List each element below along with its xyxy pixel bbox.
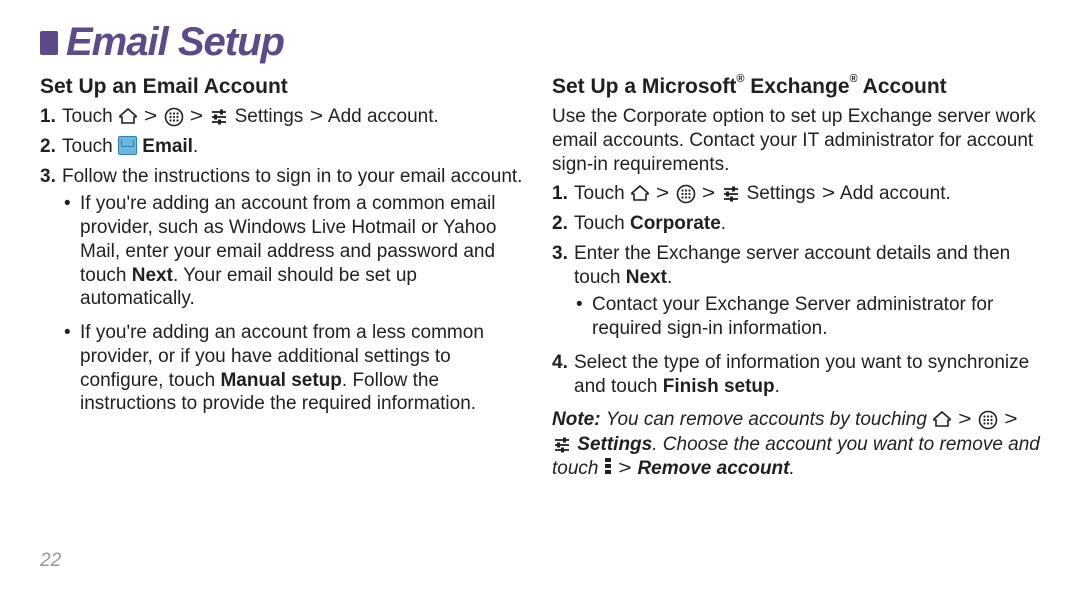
- chevron-right-icon: >: [699, 182, 717, 206]
- section-marker: [40, 31, 58, 55]
- right-column: Set Up a Microsoft® Exchange® Account Us…: [552, 71, 1040, 481]
- registered-mark: ®: [736, 73, 744, 85]
- chevron-right-icon: >: [654, 182, 672, 206]
- left-bullet-1: If you're adding an account from a commo…: [62, 192, 528, 311]
- left-steps: 1. Touch > > Settings > Add account. 2. …: [40, 105, 528, 416]
- right-steps: 1. Touch > > Settings > Add account. 2. …: [552, 182, 1040, 398]
- chevron-right-icon: >: [956, 408, 974, 432]
- note: Note: You can remove accounts by touchin…: [552, 408, 1040, 481]
- chevron-right-icon: >: [307, 105, 325, 129]
- menu-icon: [604, 458, 612, 476]
- right-step-2: 2. Touch Corporate.: [552, 212, 1040, 236]
- left-column: Set Up an Email Account 1. Touch > > Set…: [40, 71, 528, 481]
- right-step-3: 3. Enter the Exchange server account det…: [552, 242, 1040, 341]
- sliders-icon: [209, 107, 229, 125]
- left-bullets: If you're adding an account from a commo…: [62, 192, 528, 416]
- chevron-right-icon: >: [142, 105, 160, 129]
- title-row: Email Setup: [40, 20, 1040, 65]
- right-intro: Use the Corporate option to set up Excha…: [552, 105, 1040, 176]
- email-icon: [118, 136, 137, 155]
- sliders-icon: [552, 435, 572, 453]
- heading-set-up-email: Set Up an Email Account: [40, 75, 528, 99]
- apps-icon: [676, 184, 696, 202]
- page-number: 22: [40, 550, 61, 572]
- registered-mark: ®: [850, 73, 858, 85]
- columns: Set Up an Email Account 1. Touch > > Set…: [40, 71, 1040, 481]
- chevron-right-icon: >: [187, 105, 205, 129]
- apps-icon: [978, 410, 998, 428]
- chevron-right-icon: >: [616, 457, 634, 481]
- home-icon: [932, 410, 952, 428]
- home-icon: [630, 184, 650, 202]
- right-step-1: 1. Touch > > Settings > Add account.: [552, 182, 1040, 206]
- left-step-2: 2. Touch Email.: [40, 135, 528, 159]
- right-bullets: Contact your Exchange Server administrat…: [574, 293, 1040, 341]
- chevron-right-icon: >: [819, 182, 837, 206]
- manual-page: Email Setup Set Up an Email Account 1. T…: [0, 0, 1080, 594]
- left-step-1: 1. Touch > > Settings > Add account.: [40, 105, 528, 129]
- left-step-3: 3. Follow the instructions to sign in to…: [40, 165, 528, 417]
- heading-set-up-exchange: Set Up a Microsoft® Exchange® Account: [552, 75, 1040, 99]
- sliders-icon: [721, 184, 741, 202]
- page-title: Email Setup: [66, 20, 284, 65]
- home-icon: [118, 107, 138, 125]
- left-bullet-2: If you're adding an account from a less …: [62, 321, 528, 416]
- apps-icon: [164, 107, 184, 125]
- chevron-right-icon: >: [1002, 408, 1020, 432]
- right-bullet-1: Contact your Exchange Server administrat…: [574, 293, 1040, 341]
- right-step-4: 4. Select the type of information you wa…: [552, 351, 1040, 399]
